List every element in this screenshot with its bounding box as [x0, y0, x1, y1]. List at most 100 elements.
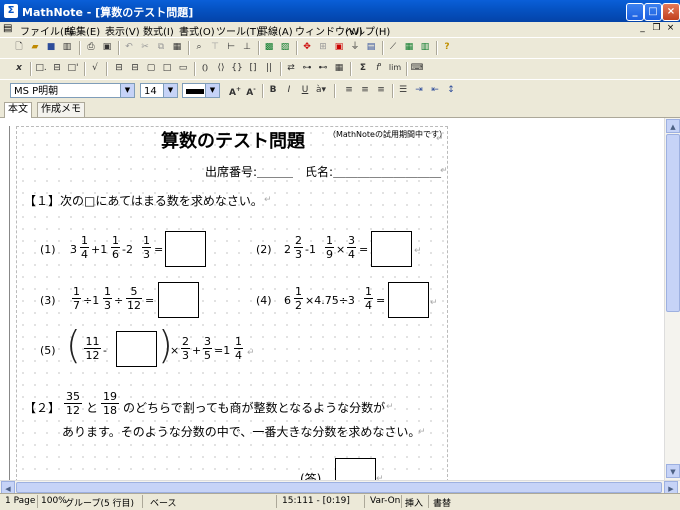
sqrt-icon[interactable]: √: [88, 61, 102, 75]
menu-view[interactable]: 表示(V): [105, 23, 140, 38]
bullet-list-icon[interactable]: ☰: [396, 83, 410, 97]
insert-row-icon[interactable]: ⊞: [316, 40, 330, 54]
emphasis-icon[interactable]: à▾: [314, 83, 328, 97]
mdi-minimize-icon[interactable]: _: [637, 23, 648, 34]
print-icon[interactable]: ⎙: [84, 40, 98, 54]
chevron-down-icon[interactable]: ▼: [205, 84, 219, 97]
chart-icon[interactable]: ▥: [418, 40, 432, 54]
cut-icon[interactable]: ✂: [138, 40, 152, 54]
limit-icon[interactable]: lim: [388, 61, 402, 75]
vertical-scrollbar[interactable]: ▲ ▼: [664, 118, 680, 480]
font-color-select[interactable]: ▼: [182, 83, 220, 98]
align-middle-icon[interactable]: ⊢: [224, 40, 238, 54]
fraction-icon[interactable]: ⊟: [50, 61, 64, 75]
matrix-icon[interactable]: ⊟: [112, 61, 126, 75]
shrink-font-icon[interactable]: A-: [244, 83, 258, 98]
graph-icon[interactable]: ⟋: [386, 40, 400, 54]
ungroup-icon[interactable]: ▨: [278, 40, 292, 54]
problem-4-answer-box[interactable]: [388, 282, 429, 318]
bar-icon[interactable]: ||: [262, 61, 276, 75]
align-bottom-icon[interactable]: ⊥: [240, 40, 254, 54]
mdi-close-icon[interactable]: ×: [665, 23, 676, 34]
scroll-up-icon[interactable]: ▲: [666, 119, 680, 133]
paragraph-mark-icon: ↵: [440, 166, 448, 176]
horizontal-scrollbar[interactable]: ◀ ▶: [0, 480, 680, 494]
angle-bracket-icon[interactable]: ⟨⟩: [214, 61, 228, 75]
line-spacing-icon[interactable]: ↕: [444, 83, 458, 97]
vertical-scroll-thumb[interactable]: [666, 134, 680, 312]
problem-3-label: (3): [40, 294, 56, 307]
chevron-down-icon[interactable]: ▼: [163, 84, 177, 97]
split-icon[interactable]: ⊷: [316, 61, 330, 75]
menu-format[interactable]: 書式(O): [179, 23, 215, 38]
horizontal-scroll-thumb[interactable]: [16, 482, 662, 493]
close-button[interactable]: ×: [662, 3, 680, 21]
italic-icon[interactable]: I: [282, 83, 296, 97]
double-paren-icon[interactable]: ⦅⦆: [198, 61, 212, 75]
maximize-button[interactable]: □: [644, 3, 662, 21]
bold-icon[interactable]: B: [266, 83, 280, 97]
function-icon[interactable]: f': [372, 61, 386, 75]
underline-icon[interactable]: U: [298, 83, 312, 97]
menu-edit[interactable]: 編集(E): [66, 23, 100, 38]
align-right-icon[interactable]: ≡: [374, 83, 388, 97]
menu-formula[interactable]: 数式(I): [143, 23, 174, 38]
indent-decrease-icon[interactable]: ⇤: [428, 83, 442, 97]
superscript-icon[interactable]: □': [66, 61, 80, 75]
align-top-icon[interactable]: ⊤: [208, 40, 222, 54]
app-icon[interactable]: Σ: [4, 4, 18, 18]
keyboard-icon[interactable]: ⌨: [410, 61, 424, 75]
problem-3-answer-box[interactable]: [158, 282, 199, 318]
sum-icon[interactable]: Σ: [356, 61, 370, 75]
variable-x-icon[interactable]: x: [12, 61, 26, 75]
font-name-select[interactable]: MS P明朝 ▼: [10, 83, 135, 98]
new-icon[interactable]: 🗋: [12, 40, 26, 54]
minimize-button[interactable]: _: [626, 3, 644, 21]
tab-main-text[interactable]: 本文: [4, 102, 32, 118]
save-icon[interactable]: ■: [44, 40, 58, 54]
q2-answer-box[interactable]: [335, 458, 376, 480]
merge-icon[interactable]: ⊶: [300, 61, 314, 75]
funnel-icon[interactable]: ⏚: [348, 40, 362, 54]
copy-icon[interactable]: ⧉: [154, 40, 168, 54]
grid-icon[interactable]: ▦: [332, 61, 346, 75]
export-icon[interactable]: ▥: [60, 40, 74, 54]
menu-ruled-lines[interactable]: 罫線(A): [258, 23, 293, 38]
box-icon[interactable]: ▢: [144, 61, 158, 75]
chevron-down-icon[interactable]: ▼: [120, 84, 134, 97]
align-left-icon[interactable]: ≡: [342, 83, 356, 97]
problem-1-answer-box[interactable]: [165, 231, 206, 267]
document-icon[interactable]: ▤: [3, 23, 12, 34]
brace-icon[interactable]: {}: [230, 61, 244, 75]
square-icon[interactable]: □: [160, 61, 174, 75]
indent-increase-icon[interactable]: ⇥: [412, 83, 426, 97]
move-icon[interactable]: ✥: [300, 40, 314, 54]
menu-tools[interactable]: ツール(T): [216, 23, 260, 38]
frame-icon[interactable]: ▭: [176, 61, 190, 75]
arrow-box-icon[interactable]: ⇄: [284, 61, 298, 75]
print-preview-icon[interactable]: ▣: [100, 40, 114, 54]
problem-5-answer-box[interactable]: [116, 331, 157, 367]
subscript-icon[interactable]: □.: [34, 61, 48, 75]
paste-icon[interactable]: ▦: [170, 40, 184, 54]
open-icon[interactable]: ▰: [28, 40, 42, 54]
insert-image-icon[interactable]: ▣: [332, 40, 346, 54]
stack-icon[interactable]: ⊟: [128, 61, 142, 75]
find-icon[interactable]: ⌕: [192, 40, 206, 54]
bracket-icon[interactable]: []: [246, 61, 260, 75]
tab-memo[interactable]: 作成メモ: [37, 102, 85, 117]
variable-icon[interactable]: ▤: [364, 40, 378, 54]
undo-icon[interactable]: ↶: [122, 40, 136, 54]
group-icon[interactable]: ▩: [262, 40, 276, 54]
mdi-restore-icon[interactable]: ❐: [651, 23, 662, 34]
grow-font-icon[interactable]: A+: [228, 83, 242, 98]
align-center-icon[interactable]: ≡: [358, 83, 372, 97]
table-icon[interactable]: ▦: [402, 40, 416, 54]
document-canvas[interactable]: 算数のテスト問題 （MathNoteの試用期間中です） 出席番号:＿＿＿ 氏名:…: [0, 118, 664, 480]
problem-2-answer-box[interactable]: [371, 231, 412, 267]
scroll-down-icon[interactable]: ▼: [666, 464, 680, 478]
help-icon[interactable]: ?: [440, 40, 454, 54]
problem-1-label: (1): [40, 243, 56, 256]
font-size-select[interactable]: 14 ▼: [140, 83, 178, 98]
menu-help[interactable]: ヘルプ(H): [345, 23, 390, 38]
